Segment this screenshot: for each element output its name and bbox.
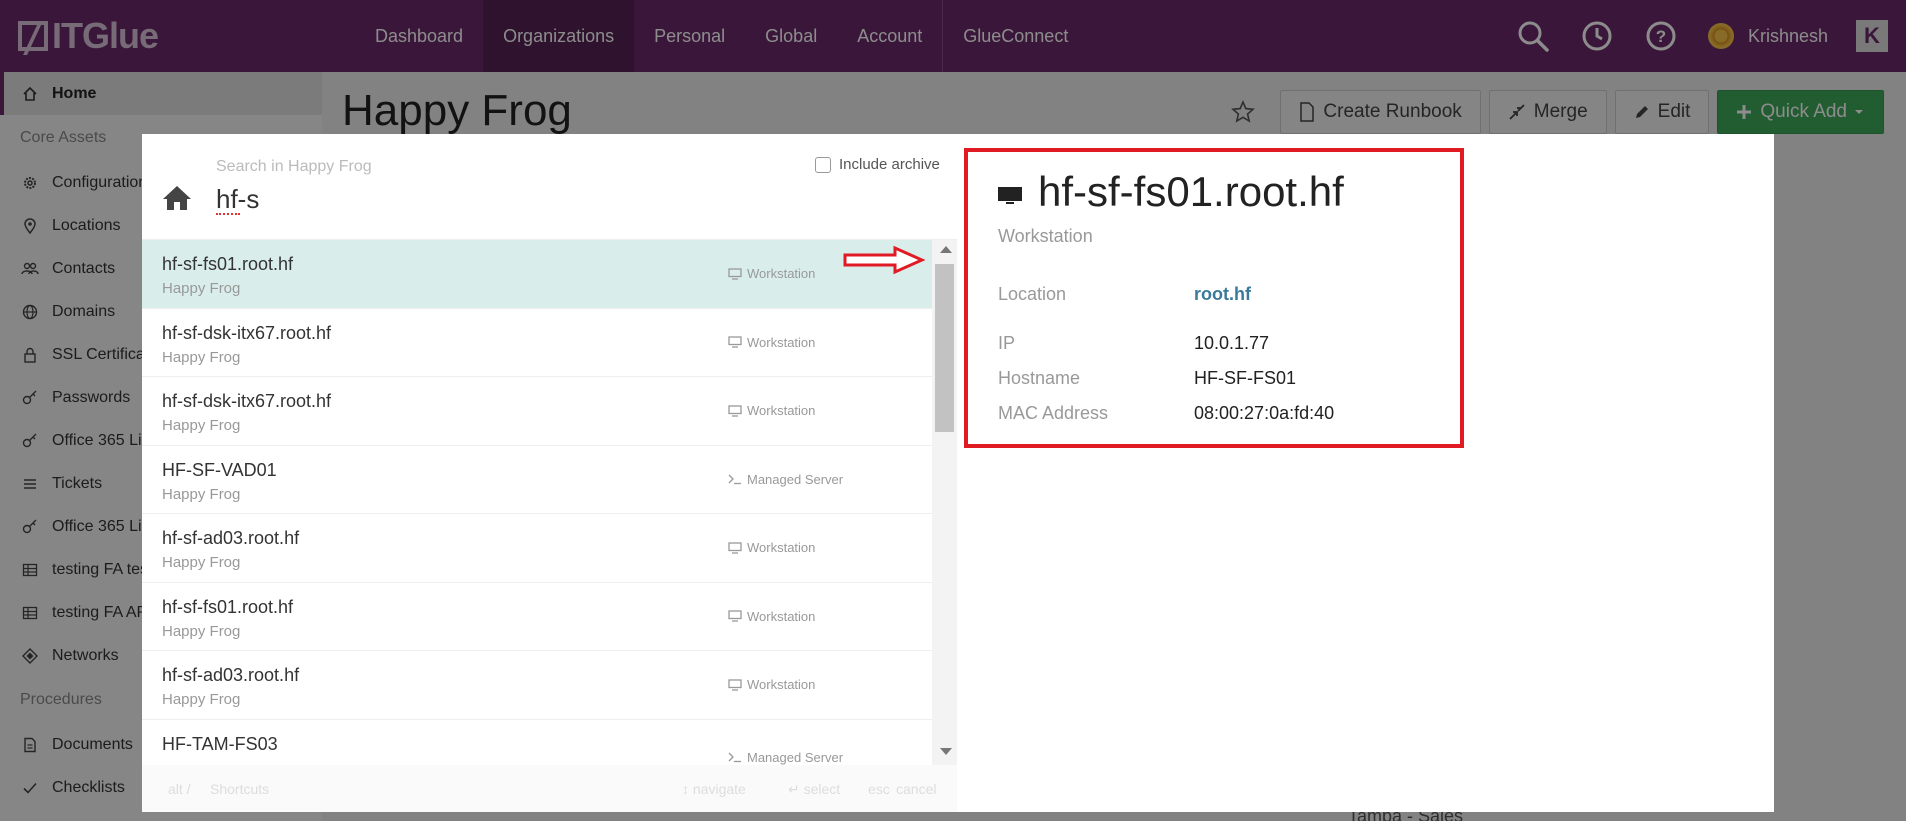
result-org: Happy Frog: [162, 554, 241, 571]
result-type-label: Workstation: [747, 540, 816, 555]
result-org: Happy Frog: [162, 280, 241, 297]
result-type: Workstation: [728, 266, 815, 281]
terminal-icon: [728, 752, 741, 763]
list-item[interactable]: hf-sf-ad03.root.hf Happy Frog Workstatio…: [142, 651, 932, 720]
result-org: Happy Frog: [162, 417, 241, 434]
monitor-icon: [728, 678, 742, 691]
select-hint: ↵ select: [788, 781, 840, 798]
list-item[interactable]: hf-sf-fs01.root.hf Happy Frog Workstatio…: [142, 240, 932, 309]
result-type: Workstation: [728, 403, 815, 418]
hostname-label: Hostname: [998, 368, 1081, 388]
result-name: HF-TAM-FS03: [162, 733, 278, 754]
result-type: Workstation: [728, 540, 815, 555]
hostname-value: HF-SF-FS01: [1194, 368, 1297, 388]
monitor-icon: [728, 541, 742, 554]
select-label: select: [803, 781, 841, 797]
monitor-icon: [998, 187, 1022, 204]
shortcuts-footer: alt / Shortcuts ↕ navigate ↵ select esc …: [142, 765, 957, 812]
include-archive-toggle[interactable]: Include archive: [815, 156, 940, 173]
list-item[interactable]: hf-sf-fs01.root.hf Happy Frog Workstatio…: [142, 583, 932, 651]
shortcut-key: alt /: [168, 781, 191, 797]
list-item[interactable]: HF-TAM-FS03 Managed Server: [142, 720, 932, 766]
scroll-up-arrow-icon[interactable]: [940, 246, 952, 253]
result-name: hf-sf-dsk-itx67.root.hf: [162, 391, 332, 411]
result-type: Managed Server: [728, 750, 843, 765]
location-link[interactable]: root.hf: [1194, 284, 1251, 305]
result-type-label: Workstation: [747, 677, 816, 692]
home-icon[interactable]: [162, 184, 194, 214]
ip-value: 10.0.1.77: [1194, 333, 1270, 353]
detail-title-text: hf-sf-fs01.root.hf: [1038, 168, 1344, 215]
monitor-icon: [728, 404, 742, 417]
spellcheck-underline: [216, 213, 240, 215]
monitor-icon: [728, 267, 742, 280]
monitor-icon: [728, 610, 742, 622]
result-org: Happy Frog: [162, 622, 241, 640]
result-type-label: Workstation: [747, 334, 816, 350]
enter-icon: ↵: [788, 781, 800, 797]
result-name: HF-SF-VAD01: [162, 459, 277, 480]
result-name: hf-sf-ad03.root.hf: [162, 665, 300, 685]
detail-title: hf-sf-fs01.root.hf: [996, 168, 1344, 216]
search-modal: Search in Happy Frog hf-s Include archiv…: [142, 134, 1774, 812]
search-results-list: hf-sf-fs01.root.hf Happy Frog Workstatio…: [142, 240, 932, 765]
result-name: hf-sf-fs01.root.hf: [162, 596, 294, 617]
search-scope-label: Search in Happy Frog: [216, 158, 372, 175]
ip-label: IP: [998, 333, 1016, 353]
result-type: Workstation: [728, 335, 815, 350]
terminal-icon: [728, 474, 741, 485]
scrollbar-thumb[interactable]: [935, 264, 954, 432]
monitor-icon: [728, 336, 742, 348]
result-name: hf-sf-dsk-itx67.root.hf: [162, 322, 332, 343]
mac-address-label: MAC Address: [998, 403, 1109, 423]
result-org: Happy Frog: [162, 348, 241, 366]
include-archive-label: Include archive: [839, 156, 940, 173]
result-type: Managed Server: [728, 472, 843, 487]
cancel-label: cancel: [896, 781, 937, 797]
detail-subtitle: Workstation: [998, 226, 1093, 246]
annotation-arrow-icon: [843, 245, 925, 275]
mac-address-value: 08:00:27:0a:fd:40: [1194, 403, 1335, 423]
list-item[interactable]: hf-sf-dsk-itx67.root.hf Happy Frog Works…: [142, 309, 932, 377]
navigate-label: navigate: [692, 781, 746, 797]
result-type-label: Managed Server: [747, 471, 844, 487]
include-archive-checkbox[interactable]: [815, 156, 831, 173]
result-type-label: Workstation: [747, 608, 816, 624]
list-item[interactable]: hf-sf-ad03.root.hf Happy Frog Workstatio…: [142, 514, 932, 583]
list-item[interactable]: hf-sf-dsk-itx67.root.hf Happy Frog Works…: [142, 377, 932, 446]
result-type-label: Workstation: [747, 403, 816, 418]
list-item[interactable]: HF-SF-VAD01 Happy Frog Managed Server: [142, 446, 932, 514]
result-type: Workstation: [728, 677, 815, 692]
result-type-label: Managed Server: [747, 749, 844, 765]
arrows-icon: ↕: [682, 781, 689, 797]
navigate-hint: ↕ navigate: [682, 781, 746, 797]
search-header: Search in Happy Frog hf-s Include archiv…: [142, 134, 957, 240]
result-org: Happy Frog: [162, 485, 241, 503]
result-name: hf-sf-fs01.root.hf: [162, 254, 294, 274]
shortcuts-link[interactable]: Shortcuts: [210, 781, 269, 797]
result-name: hf-sf-ad03.root.hf: [162, 528, 300, 548]
location-label: Location: [998, 284, 1067, 304]
scroll-down-arrow-icon[interactable]: [940, 748, 952, 755]
results-scrollbar[interactable]: [932, 240, 957, 765]
result-type: Workstation: [728, 609, 815, 624]
search-input[interactable]: hf-s: [216, 184, 259, 215]
result-type-label: Workstation: [747, 266, 816, 281]
esc-key: esc: [868, 781, 890, 797]
result-org: Happy Frog: [162, 691, 241, 708]
